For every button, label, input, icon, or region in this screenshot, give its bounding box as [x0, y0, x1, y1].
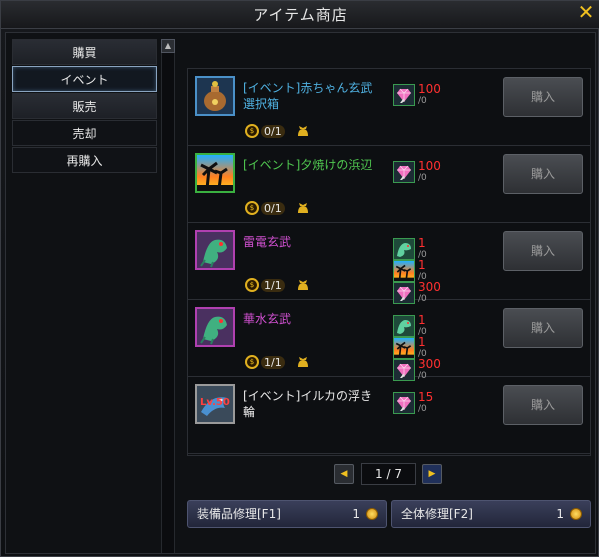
purchase-limit: $1/1	[245, 277, 285, 293]
pink-gem-icon	[393, 84, 415, 106]
palm-sunset-icon[interactable]	[195, 153, 235, 193]
cost-value: 1	[418, 335, 426, 349]
menu-item-sell-off[interactable]: 売却	[12, 120, 157, 146]
item-name: 華水玄武	[243, 312, 292, 326]
dragon-turtle-icon[interactable]	[195, 307, 235, 347]
buy-button[interactable]: 購入	[503, 154, 583, 194]
cost-list: 100/0	[393, 82, 441, 106]
item-name: [イベント]赤ちゃん玄武選択箱	[243, 81, 373, 111]
dragon-turtle-icon[interactable]	[195, 230, 235, 270]
cost-owned: /0	[418, 173, 427, 183]
item-name: 雷電玄武	[243, 235, 292, 249]
limit-coin-icon: $	[245, 124, 259, 138]
purchase-limit-value: 0/1	[261, 201, 285, 215]
scroll-up-icon[interactable]: ▲	[161, 39, 175, 53]
dolphin-float-icon[interactable]: Lv.50	[195, 384, 235, 424]
menu-item-purchase[interactable]: 購買	[12, 39, 157, 65]
buy-button[interactable]: 購入	[503, 385, 583, 425]
shop-item-row[interactable]: 雷電玄武 $1/1 1/0 1/0 300/0 購入	[188, 223, 590, 304]
shop-item-row[interactable]: [イベント]夕焼けの浜辺 $0/1 100/0 購入	[188, 146, 590, 223]
bag-icon	[298, 126, 308, 136]
bag-icon	[298, 357, 308, 367]
shop-item-row[interactable]: 華水玄武 $1/1 1/0 1/0 300/0 購入	[188, 300, 590, 381]
purchase-limit-value: 1/1	[261, 355, 285, 369]
cost-list: 1/0 1/0 300/0	[393, 236, 441, 304]
menu-item-sell[interactable]: 販売	[12, 93, 157, 119]
item-name: [イベント]イルカの浮き輪	[243, 389, 373, 419]
cost-owned: /0	[418, 96, 427, 106]
purchase-limit: $1/1	[245, 354, 285, 370]
palm-sunset-icon	[393, 260, 415, 282]
cost-value: 300	[418, 280, 441, 294]
cost-value: 300	[418, 357, 441, 371]
buy-button[interactable]: 購入	[503, 308, 583, 348]
pink-gem-icon	[393, 392, 415, 414]
item-name: [イベント]夕焼けの浜辺	[243, 158, 373, 172]
item-list: [イベント]赤ちゃん玄武選択箱 $0/1 100/0 購入 [イベント]夕焼けの浜辺 $0…	[187, 68, 591, 456]
repair-equipped-cost: 1	[352, 507, 360, 521]
repair-equipped-button[interactable]: 装備品修理[F1] 1	[187, 500, 387, 528]
cost-entry: 100/0	[393, 82, 441, 106]
pink-gem-icon	[393, 161, 415, 183]
purchase-limit-value: 1/1	[261, 278, 285, 292]
palm-sunset-icon	[393, 337, 415, 359]
cost-entry: 1/0	[393, 236, 441, 260]
limit-coin-icon: $	[245, 278, 259, 292]
gold-coin-icon	[366, 508, 378, 520]
close-icon[interactable]: ✕	[576, 1, 596, 23]
repair-all-label: 全体修理[F2]	[401, 507, 473, 521]
buy-button[interactable]: 購入	[503, 77, 583, 117]
menu-item-rebuy[interactable]: 再購入	[12, 147, 157, 173]
menu-item-event[interactable]: イベント	[12, 66, 157, 92]
purchase-limit: $0/1	[245, 123, 285, 139]
category-menu: 購買 イベント 販売 売却 再購入	[12, 39, 157, 174]
window-title: アイテム商店	[253, 6, 348, 24]
treasure-bag-icon[interactable]	[195, 76, 235, 116]
purchase-limit-value: 0/1	[261, 124, 285, 138]
cost-value: 100	[418, 159, 441, 173]
repair-equipped-label: 装備品修理[F1]	[197, 507, 281, 521]
cost-list: 15/0	[393, 390, 434, 414]
cost-value: 1	[418, 313, 426, 327]
cost-list: 1/0 1/0 300/0	[393, 313, 441, 381]
cost-value: 1	[418, 258, 426, 272]
cost-entry: 1/0	[393, 313, 441, 337]
buy-button[interactable]: 購入	[503, 231, 583, 271]
cost-entry: 100/0	[393, 159, 441, 183]
shop-item-row[interactable]: [イベント]赤ちゃん玄武選択箱 $0/1 100/0 購入	[188, 69, 590, 146]
limit-coin-icon: $	[245, 355, 259, 369]
gold-coin-icon	[570, 508, 582, 520]
page-indicator: 1 / 7	[361, 463, 416, 485]
titlebar[interactable]: アイテム商店 ✕	[1, 1, 599, 29]
item-level-label: Lv.50	[200, 397, 230, 408]
bag-icon	[298, 280, 308, 290]
repair-all-cost: 1	[556, 507, 564, 521]
cost-value: 1	[418, 236, 426, 250]
purchase-limit: $0/1	[245, 200, 285, 216]
cost-entry: 1/0	[393, 335, 441, 359]
cost-owned: /0	[418, 404, 427, 414]
bag-icon	[298, 203, 308, 213]
cost-value: 15	[418, 390, 434, 404]
limit-coin-icon: $	[245, 201, 259, 215]
shop-item-row[interactable]: Lv.50 [イベント]イルカの浮き輪 15/0 購入	[188, 377, 590, 454]
cost-entry: 15/0	[393, 390, 434, 414]
dragon-icon	[393, 238, 415, 260]
cost-list: 100/0	[393, 159, 441, 183]
cost-value: 100	[418, 82, 441, 96]
next-page-icon[interactable]: ▶	[422, 464, 442, 484]
repair-all-button[interactable]: 全体修理[F2] 1	[391, 500, 591, 528]
prev-page-icon[interactable]: ◀	[334, 464, 354, 484]
cost-entry: 1/0	[393, 258, 441, 282]
scrollbar-track[interactable]	[161, 39, 175, 553]
dragon-icon	[393, 315, 415, 337]
